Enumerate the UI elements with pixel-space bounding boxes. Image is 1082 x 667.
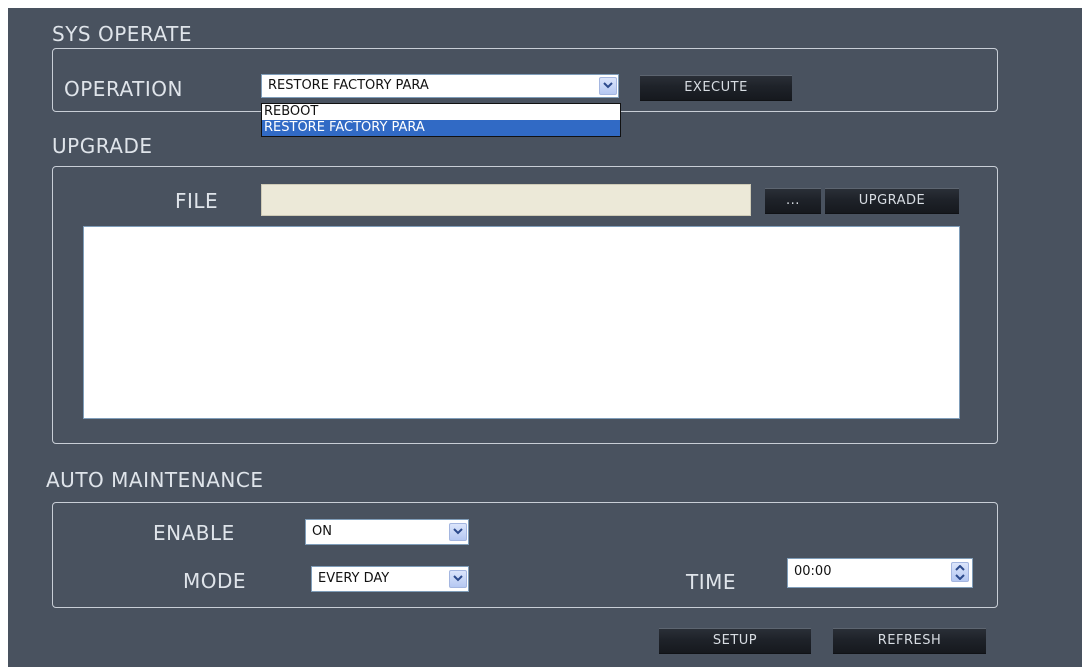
operation-select-value: RESTORE FACTORY PARA <box>268 78 429 93</box>
file-path-field[interactable] <box>261 184 751 216</box>
enable-select-value: ON <box>312 524 332 539</box>
chevron-down-icon[interactable] <box>449 523 467 541</box>
operation-dropdown-list: REBOOT RESTORE FACTORY PARA <box>261 103 621 137</box>
browse-button[interactable]: ... <box>765 188 821 214</box>
time-spinner[interactable]: 00:00 <box>787 558 973 588</box>
setup-button[interactable]: SETUP <box>659 628 811 654</box>
execute-button[interactable]: EXECUTE <box>640 75 792 101</box>
enable-select[interactable]: ON <box>305 519 469 545</box>
sys-operate-title: SYS OPERATE <box>52 22 192 46</box>
upgrade-button[interactable]: UPGRADE <box>825 188 959 214</box>
mode-select-value: EVERY DAY <box>318 571 390 586</box>
time-value: 00:00 <box>794 564 832 579</box>
time-label: TIME <box>686 570 737 594</box>
operation-option-reboot[interactable]: REBOOT <box>262 104 620 120</box>
operation-option-restore-factory-para[interactable]: RESTORE FACTORY PARA <box>262 120 620 136</box>
enable-label: ENABLE <box>153 521 235 545</box>
file-label: FILE <box>175 189 219 213</box>
chevron-down-icon[interactable] <box>449 570 467 588</box>
settings-panel: SYS OPERATE OPERATION RESTORE FACTORY PA… <box>8 8 1082 667</box>
operation-select[interactable]: RESTORE FACTORY PARA <box>261 74 619 98</box>
mode-label: MODE <box>183 569 247 593</box>
refresh-button[interactable]: REFRESH <box>833 628 986 654</box>
spinner-arrows-icon[interactable] <box>951 562 969 582</box>
operation-label: OPERATION <box>64 77 183 101</box>
mode-select[interactable]: EVERY DAY <box>311 566 469 592</box>
upgrade-title: UPGRADE <box>52 134 153 158</box>
chevron-down-icon[interactable] <box>599 77 617 95</box>
auto-maintenance-title: AUTO MAINTENANCE <box>46 468 264 492</box>
upgrade-log-area[interactable] <box>83 226 960 419</box>
